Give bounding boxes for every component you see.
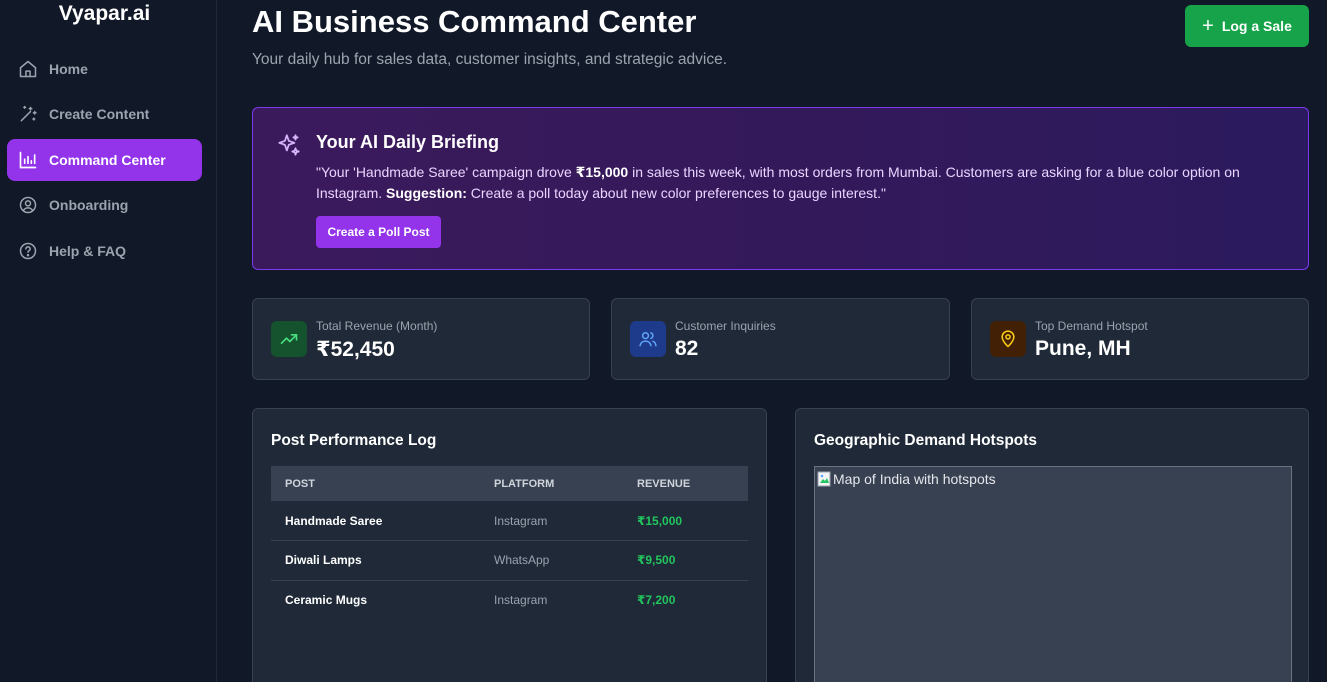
page-title: AI Business Command Center <box>252 4 697 39</box>
home-icon <box>19 60 37 78</box>
stat-card-total-revenue: Total Revenue (Month) ₹52,450 <box>252 298 590 380</box>
column-header-post: POST <box>285 477 315 490</box>
log-sale-button[interactable]: + Log a Sale <box>1185 5 1309 47</box>
magic-wand-icon <box>20 105 37 122</box>
nav-label: Command Center <box>49 152 166 168</box>
nav-label: Create Content <box>49 106 150 122</box>
stat-label: Total Revenue (Month) <box>316 319 438 333</box>
cell-post: Handmade Saree <box>285 513 383 528</box>
hotspots-panel: Geographic Demand Hotspots Map of India … <box>795 408 1309 682</box>
user-circle-icon <box>19 196 37 214</box>
cell-platform: Instagram <box>494 593 548 607</box>
suggestion-label: Suggestion: <box>386 185 467 201</box>
cell-revenue: ₹15,000 <box>637 513 683 528</box>
briefing-text: "Your 'Handmade Saree' campaign drove ₹1… <box>316 164 1240 201</box>
bar-chart-icon <box>19 151 37 169</box>
page-subtitle: Your daily hub for sales data, customer … <box>252 51 728 68</box>
post-performance-panel: Post Performance Log POST PLATFORM REVEN… <box>252 408 767 682</box>
stat-card-top-demand-hotspot: Top Demand Hotspot Pune, MH <box>971 298 1309 380</box>
users-icon <box>630 321 666 357</box>
panel-title: Post Performance Log <box>271 432 437 449</box>
sparkles-icon <box>278 134 300 156</box>
stat-card-customer-inquiries: Customer Inquiries 82 <box>611 298 950 380</box>
sidebar: Vyapar.ai Home Create Content Command Ce… <box>0 0 217 682</box>
stat-value: ₹52,450 <box>316 338 395 361</box>
column-header-revenue: REVENUE <box>637 477 691 490</box>
nav-item-command-center[interactable]: Command Center <box>7 139 202 181</box>
briefing-amount: ₹15,000 <box>575 164 629 180</box>
cell-post: Diwali Lamps <box>285 553 362 568</box>
help-circle-icon <box>19 242 37 260</box>
stat-value: Pune, MH <box>1035 337 1131 360</box>
stat-value: 82 <box>675 337 699 360</box>
log-sale-label: Log a Sale <box>1221 18 1292 34</box>
nav-label: Home <box>49 61 88 77</box>
table-row[interactable]: Handmade Saree Instagram ₹15,000 <box>271 501 748 541</box>
briefing-title: Your AI Daily Briefing <box>316 132 500 152</box>
cell-platform: Instagram <box>494 513 548 528</box>
ai-daily-briefing: Your AI Daily Briefing "Your 'Handmade S… <box>252 107 1309 270</box>
nav-label: Help & FAQ <box>49 243 127 259</box>
cell-post: Ceramic Mugs <box>285 593 368 607</box>
nav-item-help-faq[interactable]: Help & FAQ <box>7 230 202 272</box>
cell-platform: WhatsApp <box>494 553 550 568</box>
table-header-row: POST PLATFORM REVENUE <box>271 466 748 501</box>
cell-revenue: ₹9,500 <box>637 553 676 568</box>
panel-title: Geographic Demand Hotspots <box>814 432 1038 449</box>
cell-revenue: ₹7,200 <box>637 593 676 607</box>
india-map-image: Map of India with hotspots <box>814 466 1292 682</box>
nav-item-create-content[interactable]: Create Content <box>7 93 202 135</box>
stat-label: Top Demand Hotspot <box>1035 319 1148 333</box>
stat-label: Customer Inquiries <box>675 319 776 333</box>
map-pin-icon <box>990 321 1026 357</box>
broken-image-icon <box>817 471 831 487</box>
table-row[interactable]: Diwali Lamps WhatsApp ₹9,500 <box>271 541 748 580</box>
post-performance-table: POST PLATFORM REVENUE Handmade Saree Ins… <box>271 466 748 620</box>
create-poll-post-button[interactable]: Create a Poll Post <box>316 216 441 248</box>
map-alt-text: Map of India with hotspots <box>833 471 996 487</box>
brand-logo[interactable]: Vyapar.ai <box>0 2 209 26</box>
table-row[interactable]: Ceramic Mugs Instagram ₹7,200 <box>271 580 748 620</box>
nav-label: Onboarding <box>49 197 129 213</box>
nav-item-onboarding[interactable]: Onboarding <box>7 184 202 226</box>
trending-up-icon <box>271 321 307 357</box>
column-header-platform: PLATFORM <box>494 477 555 490</box>
plus-icon: + <box>1202 15 1214 37</box>
nav-item-home[interactable]: Home <box>7 48 202 90</box>
